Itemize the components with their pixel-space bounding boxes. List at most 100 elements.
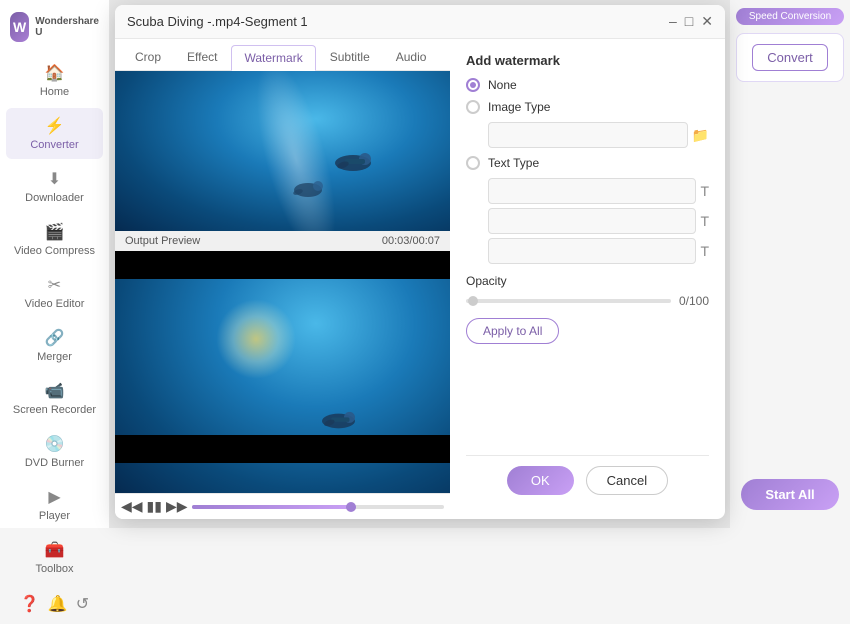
watermark-options: None Image Type 📁: [466, 78, 709, 264]
opacity-label: Opacity: [466, 274, 709, 288]
progress-bar[interactable]: [192, 505, 444, 509]
maximize-icon[interactable]: □: [685, 13, 693, 30]
sidebar-item-label: Home: [40, 86, 69, 98]
right-panel: Speed Conversion Convert Start All: [730, 0, 850, 528]
option-none-label: None: [488, 78, 517, 92]
tab-watermark[interactable]: Watermark: [231, 45, 315, 71]
minimize-icon[interactable]: –: [669, 13, 677, 30]
sidebar-item-video-editor[interactable]: ✂ Video Editor: [6, 267, 103, 318]
text-format-icon-2[interactable]: T: [700, 213, 709, 229]
output-label-bar: Output Preview 00:03/00:07: [115, 231, 450, 251]
radio-image[interactable]: [466, 100, 480, 114]
option-image-label: Image Type: [488, 100, 550, 114]
output-scene: [115, 251, 450, 493]
start-all-button[interactable]: Start All: [741, 479, 838, 510]
text-format-icon-3[interactable]: T: [700, 243, 709, 259]
dialog-overlay: Scuba Diving -.mp4-Segment 1 – □ ✕ Crop: [110, 0, 730, 528]
sidebar-item-toolbox[interactable]: 🧰 Toolbox: [6, 532, 103, 583]
text-input-1[interactable]: [488, 178, 696, 204]
home-icon: 🏠: [45, 63, 65, 83]
sidebar-item-label: Screen Recorder: [13, 404, 96, 416]
tab-effect[interactable]: Effect: [175, 45, 229, 70]
speed-badge: Speed Conversion: [736, 8, 844, 25]
sidebar: W Wondershare U 🏠 Home ⚡ Converter ⬇ Dow…: [0, 0, 110, 528]
text-input-3[interactable]: [488, 238, 696, 264]
tabs: Crop Effect Watermark Subtitle Audio: [115, 39, 450, 71]
convert-box: Convert: [736, 33, 844, 82]
diver2-icon: [283, 172, 333, 207]
opacity-row: 0/100: [466, 294, 709, 308]
sidebar-item-converter[interactable]: ⚡ Converter: [6, 108, 103, 159]
merger-icon: 🔗: [45, 328, 65, 348]
opacity-slider[interactable]: [466, 299, 671, 303]
convert-button[interactable]: Convert: [752, 44, 828, 71]
sidebar-item-screen-recorder[interactable]: 📹 Screen Recorder: [6, 373, 103, 424]
sidebar-item-label: Converter: [30, 139, 78, 151]
sidebar-item-label: Video Compress: [14, 245, 95, 257]
sidebar-item-label: Player: [39, 510, 70, 522]
dialog: Scuba Diving -.mp4-Segment 1 – □ ✕ Crop: [115, 5, 725, 519]
downloader-icon: ⬇: [48, 169, 61, 189]
video-preview: [115, 71, 450, 231]
video-editor-icon: ✂: [48, 275, 61, 295]
ok-button[interactable]: OK: [507, 466, 574, 495]
sidebar-item-label: DVD Burner: [25, 457, 84, 469]
tab-crop[interactable]: Crop: [123, 45, 173, 70]
opacity-thumb[interactable]: [468, 296, 478, 306]
black-border-top: [115, 251, 450, 279]
sidebar-item-player[interactable]: ▶ Player: [6, 479, 103, 530]
apply-all-button[interactable]: Apply to All: [466, 318, 559, 344]
pause-button[interactable]: ▮▮: [147, 498, 162, 515]
radio-text[interactable]: [466, 156, 480, 170]
refresh-icon[interactable]: ↺: [76, 594, 89, 614]
text-format-icon-1[interactable]: T: [700, 183, 709, 199]
radio-none[interactable]: [466, 78, 480, 92]
sidebar-item-label: Merger: [37, 351, 72, 363]
image-input-row: 📁: [488, 122, 709, 148]
sidebar-item-video-compress[interactable]: 🎬 Video Compress: [6, 214, 103, 265]
option-image-row: Image Type: [466, 100, 709, 114]
cancel-button[interactable]: Cancel: [586, 466, 668, 495]
dialog-title: Scuba Diving -.mp4-Segment 1: [127, 14, 308, 29]
video-compress-icon: 🎬: [45, 222, 65, 242]
dialog-body: Crop Effect Watermark Subtitle Audio: [115, 39, 725, 519]
converter-icon: ⚡: [45, 116, 65, 136]
sidebar-item-label: Downloader: [25, 192, 84, 204]
skip-back-button[interactable]: ◀◀: [121, 498, 143, 515]
option-text-row: Text Type: [466, 156, 709, 170]
sidebar-item-label: Video Editor: [25, 298, 85, 310]
progress-fill: [192, 505, 356, 509]
folder-icon[interactable]: 📁: [692, 127, 709, 144]
text-input-row-1: T: [488, 178, 709, 204]
video-section: Crop Effect Watermark Subtitle Audio: [115, 39, 450, 519]
tab-subtitle[interactable]: Subtitle: [318, 45, 382, 70]
sidebar-item-home[interactable]: 🏠 Home: [6, 55, 103, 106]
opacity-value: 0/100: [679, 294, 709, 308]
sidebar-item-merger[interactable]: 🔗 Merger: [6, 320, 103, 371]
sidebar-bottom: ❓ 🔔 ↺: [0, 584, 109, 624]
notification-icon[interactable]: 🔔: [48, 594, 68, 614]
screen-recorder-icon: 📹: [45, 381, 65, 401]
settings-section: Add watermark None Image Type: [450, 39, 725, 519]
option-text-label: Text Type: [488, 156, 539, 170]
output-light: [216, 299, 296, 379]
tab-audio[interactable]: Audio: [384, 45, 439, 70]
output-diver-icon: [311, 402, 366, 440]
close-icon[interactable]: ✕: [701, 13, 713, 30]
black-border-bottom: [115, 435, 450, 463]
sidebar-item-downloader[interactable]: ⬇ Downloader: [6, 161, 103, 212]
sidebar-item-dvd-burner[interactable]: 💿 DVD Burner: [6, 426, 103, 477]
video-output: [115, 251, 450, 493]
dialog-footer: OK Cancel: [466, 455, 709, 505]
text-input-2[interactable]: [488, 208, 696, 234]
video-controls: ◀◀ ▮▮ ▶▶: [115, 493, 450, 519]
logo-icon: W: [10, 12, 29, 42]
skip-forward-button[interactable]: ▶▶: [166, 498, 188, 515]
help-icon[interactable]: ❓: [20, 594, 40, 614]
text-inputs-group: T T T: [488, 178, 709, 264]
progress-thumb[interactable]: [346, 502, 356, 512]
dialog-controls: – □ ✕: [669, 13, 713, 30]
text-input-row-3: T: [488, 238, 709, 264]
watermark-title: Add watermark: [466, 53, 709, 68]
image-path-input[interactable]: [488, 122, 688, 148]
